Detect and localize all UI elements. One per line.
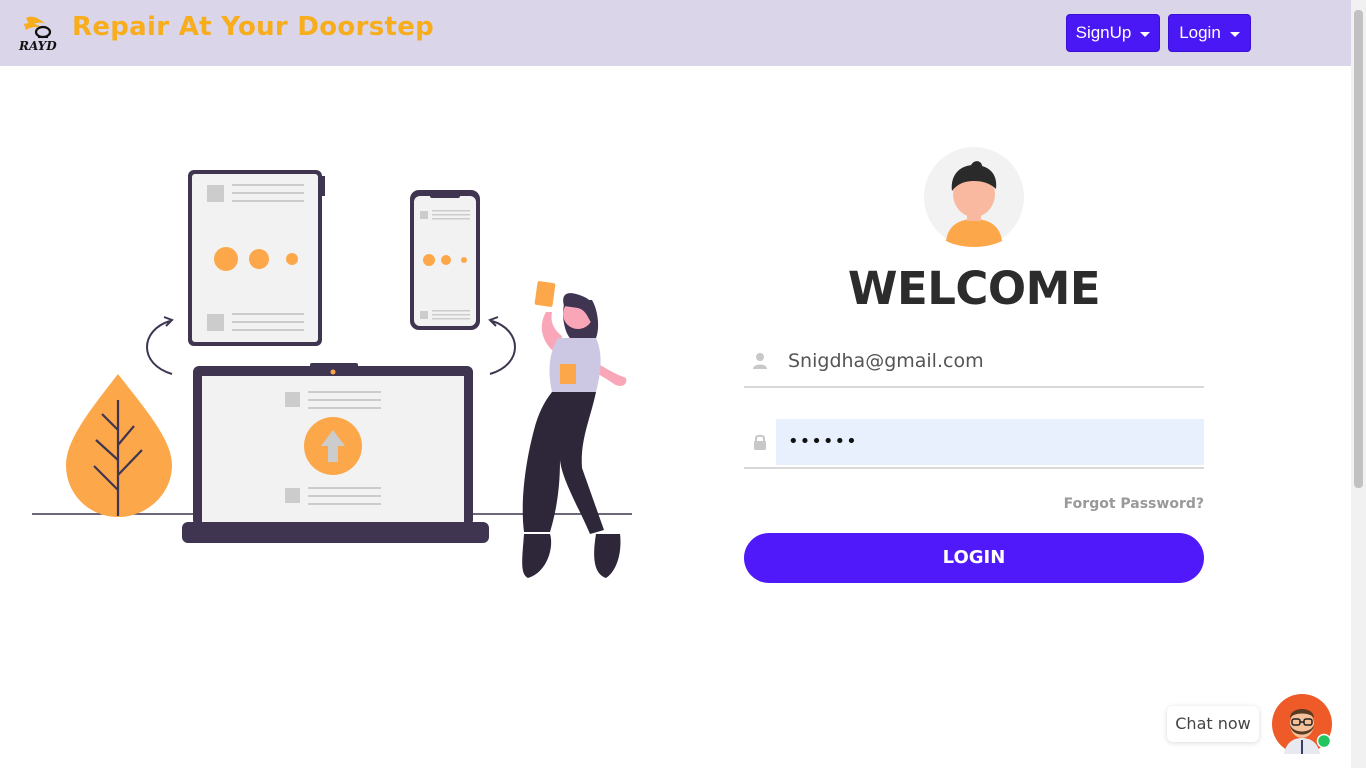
- rayd-logo[interactable]: RAYD: [16, 14, 72, 54]
- woman-figure: [522, 281, 627, 578]
- logo-text: RAYD: [18, 39, 57, 53]
- devices-illustration: [30, 160, 640, 590]
- chat-now-bubble[interactable]: Chat now: [1167, 706, 1259, 742]
- brand-title[interactable]: Repair At Your Doorstep: [72, 12, 434, 42]
- user-icon: [752, 352, 768, 370]
- phone-device: [410, 190, 480, 330]
- laptop-device: [182, 363, 489, 543]
- caret-down-icon: [1140, 31, 1151, 37]
- chat-agent-avatar[interactable]: [1272, 694, 1334, 756]
- signup-label: SignUp: [1075, 23, 1132, 42]
- scrollbar-thumb[interactable]: [1354, 10, 1363, 488]
- email-input[interactable]: Snigdha@gmail.com: [776, 338, 1204, 384]
- forgot-password-link[interactable]: Forgot Password?: [984, 496, 1204, 512]
- signup-dropdown-button[interactable]: SignUp: [1066, 14, 1160, 52]
- login-label: Login: [1179, 23, 1221, 42]
- tablet-device: [188, 170, 325, 346]
- welcome-title: WELCOME: [847, 262, 1101, 315]
- navbar: RAYD Repair At Your Doorstep SignUp Logi…: [0, 0, 1351, 66]
- user-avatar: [924, 147, 1024, 247]
- email-field-group: Snigdha@gmail.com: [744, 338, 1204, 388]
- login-submit-button[interactable]: LOGIN: [744, 533, 1204, 583]
- lock-icon: [752, 433, 768, 451]
- password-field-group: ••••••: [744, 419, 1204, 469]
- caret-down-icon: [1229, 31, 1240, 37]
- page-scrollbar[interactable]: [1351, 0, 1366, 768]
- login-dropdown-button[interactable]: Login: [1168, 14, 1251, 52]
- online-status-dot: [1316, 733, 1332, 749]
- password-input[interactable]: ••••••: [776, 419, 1204, 465]
